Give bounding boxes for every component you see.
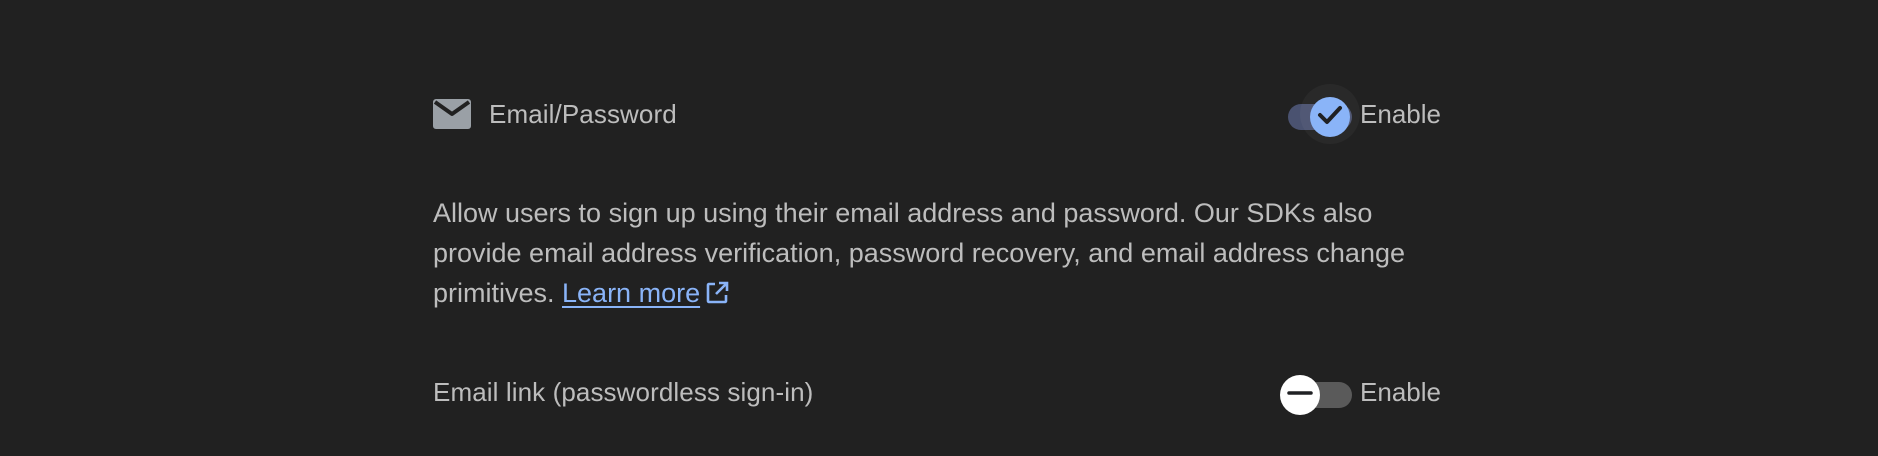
mail-icon [433, 99, 471, 129]
email-link-enable-toggle[interactable] [1280, 365, 1354, 419]
checkmark-icon [1315, 100, 1345, 135]
email-password-provider: Email/Password [433, 99, 677, 130]
minus-icon [1286, 379, 1314, 412]
email-link-label: Email link (passwordless sign-in) [433, 376, 814, 407]
email-password-description: Allow users to sign up using their email… [433, 193, 1443, 313]
email-link-provider: Email link (passwordless sign-in) [433, 377, 813, 408]
email-password-label: Email/Password [489, 98, 677, 129]
toggle-knob [1310, 97, 1351, 137]
email-password-enable-label: Enable [1360, 98, 1441, 129]
email-password-enable-control: Enable [1280, 84, 1441, 144]
learn-more-link[interactable]: Learn more [562, 278, 730, 308]
toggle-knob [1280, 375, 1321, 415]
email-link-row: Email link (passwordless sign-in) Enable [433, 365, 1441, 419]
email-password-enable-toggle[interactable] [1280, 84, 1361, 144]
email-link-enable-label: Enable [1360, 376, 1441, 407]
email-link-enable-control: Enable [1280, 365, 1441, 419]
email-password-row: Email/Password Enable [433, 84, 1441, 144]
external-link-icon [704, 277, 730, 304]
email-provider-settings: Email/Password Enable Allow users to sig… [0, 0, 1878, 456]
learn-more-label: Learn more [562, 278, 701, 308]
